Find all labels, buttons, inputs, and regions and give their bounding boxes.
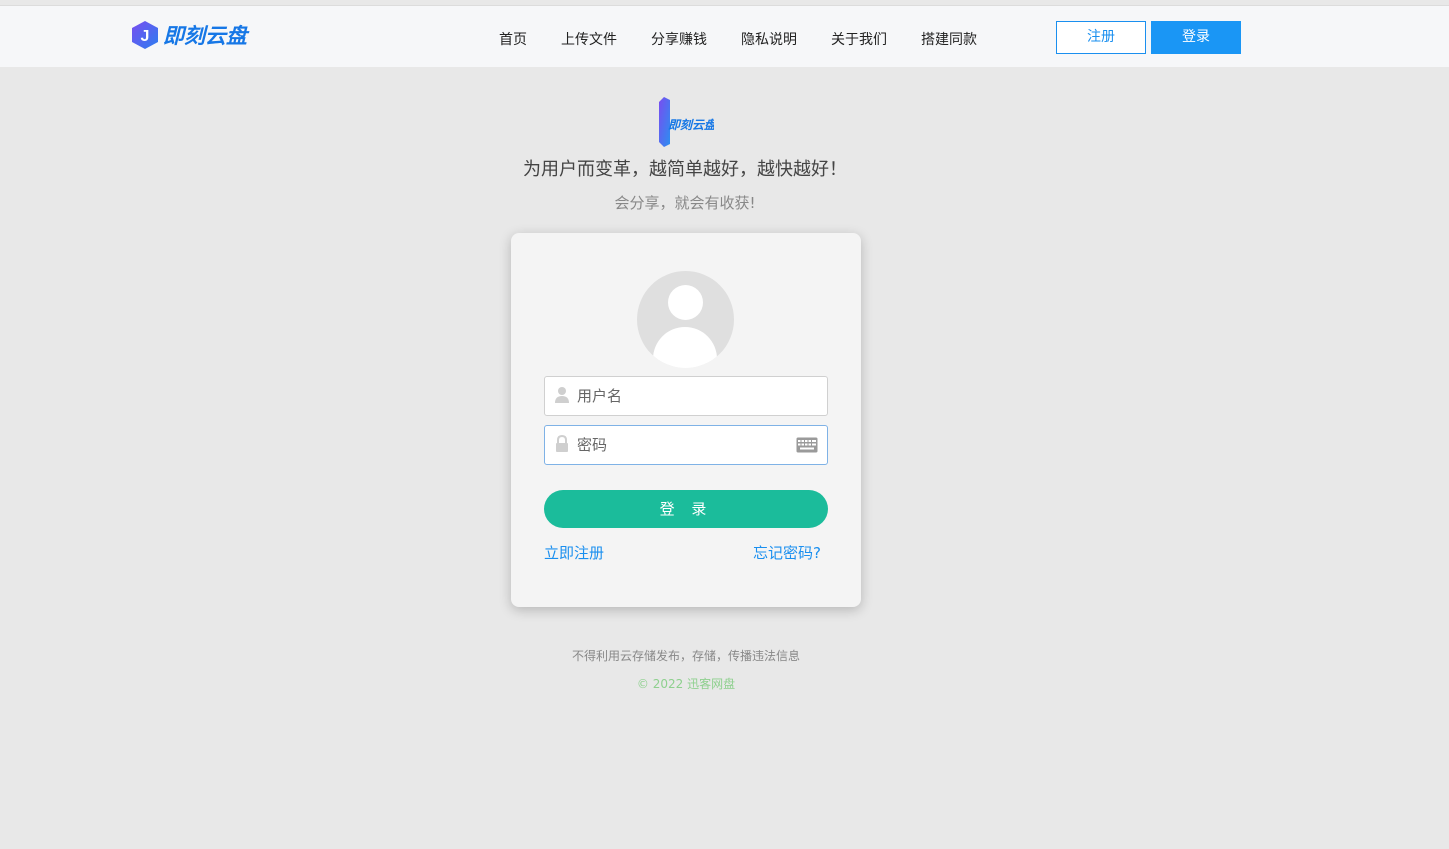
nav-about[interactable]: 关于我们	[831, 29, 887, 49]
slogan: 为用户而变革，越简单越好，越快越好！	[523, 159, 847, 180]
login-button[interactable]: 登录	[1151, 21, 1241, 54]
user-icon	[555, 387, 569, 403]
svg-text:J: J	[141, 28, 150, 45]
login-submit-button[interactable]: 登 录	[544, 490, 828, 528]
username-input[interactable]	[575, 377, 785, 415]
nav-upload[interactable]: 上传文件	[561, 29, 617, 49]
keyboard-icon[interactable]	[796, 437, 818, 453]
brand-logo-icon: J	[132, 21, 158, 49]
brand-name: 即刻云盘	[163, 24, 247, 48]
password-field[interactable]	[544, 425, 828, 465]
nav-privacy[interactable]: 隐私说明	[741, 29, 797, 49]
brand[interactable]: J 即刻云盘	[131, 20, 247, 50]
forgot-password-link[interactable]: 忘记密码?	[753, 542, 821, 563]
login-card: 登 录 立即注册 忘记密码?	[511, 233, 861, 607]
copyright: © 2022 迅客网盘	[636, 677, 736, 691]
nav-build-same[interactable]: 搭建同款	[921, 29, 977, 49]
avatar	[637, 271, 734, 368]
nav-share-earn[interactable]: 分享赚钱	[651, 29, 707, 49]
hero-logo-text: 即刻云盘	[668, 118, 714, 132]
register-link[interactable]: 立即注册	[544, 542, 604, 563]
hero-logo-icon: 即刻云盘	[659, 97, 714, 147]
lock-icon	[556, 435, 568, 452]
register-button[interactable]: 注册	[1056, 21, 1146, 54]
username-field[interactable]	[544, 376, 828, 416]
top-navbar: J 即刻云盘 首页 上传文件 分享赚钱 隐私说明 关于我们 搭建同款 注册 登录	[0, 5, 1449, 67]
nav-home[interactable]: 首页	[499, 29, 527, 49]
main-nav: 首页 上传文件 分享赚钱 隐私说明 关于我们 搭建同款	[499, 29, 1011, 49]
password-input[interactable]	[575, 426, 785, 464]
legal-notice: 不得利用云存储发布，存储，传播违法信息	[571, 649, 800, 663]
sub-slogan: 会分享，就会有收获!	[614, 194, 756, 212]
